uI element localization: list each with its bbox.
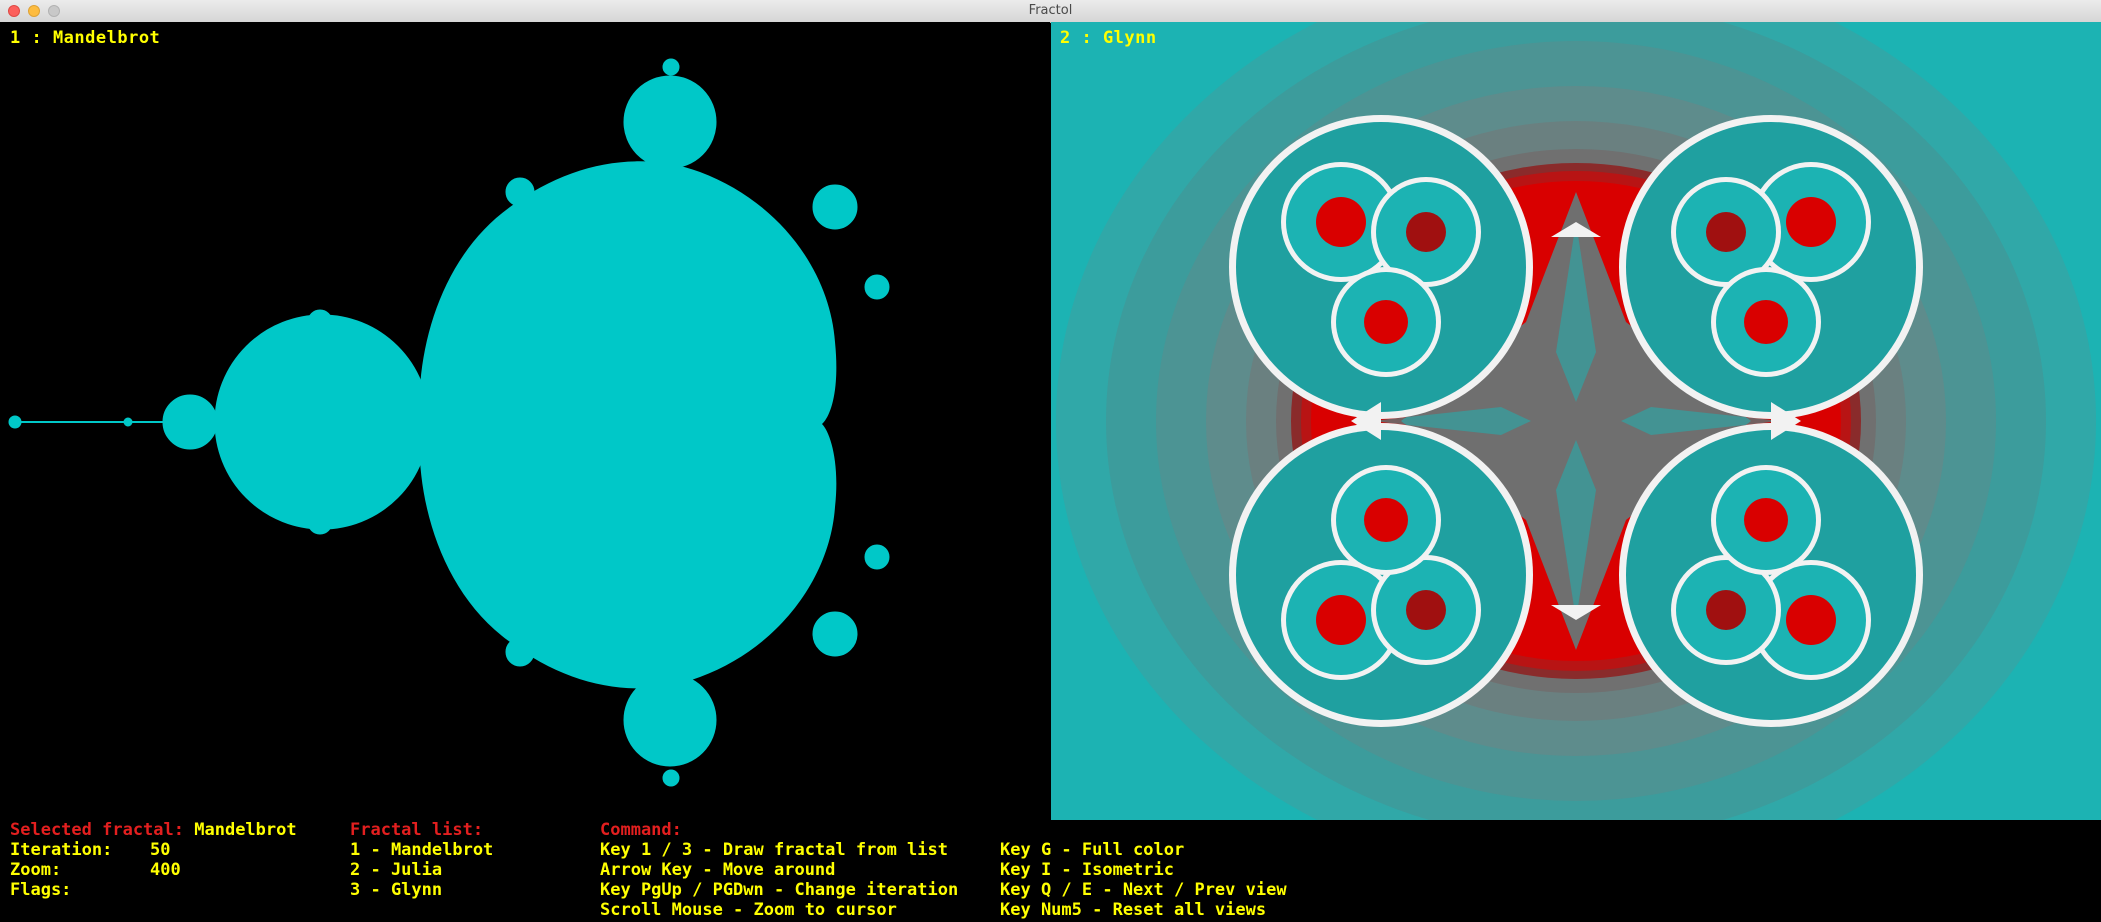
fractal-list-column: Fractal list: 1 - Mandelbrot 2 - Julia 3… bbox=[350, 820, 493, 900]
flags-row: Flags: bbox=[10, 880, 297, 900]
key-item: Key I - Isometric bbox=[1000, 860, 1174, 880]
zoom-value: 400 bbox=[150, 860, 181, 880]
key-item: Key Q / E - Next / Prev view bbox=[1000, 880, 1287, 900]
glynn-spiral-cluster-tr bbox=[1619, 115, 1923, 419]
iteration-label: Iteration: bbox=[10, 840, 113, 860]
zoom-row: Zoom: 400 bbox=[10, 860, 297, 880]
mandelbrot-period2-bulb bbox=[214, 314, 430, 530]
fractal-view-mandelbrot[interactable]: 1 : Mandelbrot bbox=[0, 22, 1050, 820]
status-column: Selected fractal: Mandelbrot Iteration: 5… bbox=[10, 820, 297, 900]
command-item: Key PgUp / PGDwn - Change iteration bbox=[600, 880, 959, 900]
mandelbrot-bottom-bulb bbox=[623, 673, 717, 767]
command-column: Command: Key 1 / 3 - Draw fractal from l… bbox=[600, 820, 958, 920]
fractal-list-item: 3 - Glynn bbox=[350, 880, 443, 900]
mandelbrot-side-bulb-upper bbox=[812, 184, 858, 230]
selected-fractal-value: Mandelbrot bbox=[194, 820, 297, 840]
fractal-view-glynn[interactable]: 2 : Glynn bbox=[1051, 22, 2101, 820]
glynn-canvas[interactable] bbox=[1051, 22, 2101, 820]
iteration-value: 50 bbox=[150, 840, 171, 860]
zoom-label: Zoom: bbox=[10, 860, 62, 880]
mandelbrot-side-bulb-l2 bbox=[444, 541, 466, 563]
command-item: Key 1 / 3 - Draw fractal from list bbox=[600, 840, 948, 860]
view-label-glynn: 2 : Glynn bbox=[1060, 28, 1157, 48]
glynn-spiral-cluster-bl bbox=[1229, 423, 1533, 727]
mandelbrot-antenna-bulb bbox=[8, 415, 22, 429]
window-title: Fractol bbox=[1028, 3, 1073, 18]
mandelbrot-side-bulb-r2 bbox=[864, 544, 890, 570]
command-item: Scroll Mouse - Zoom to cursor bbox=[600, 900, 897, 920]
selected-fractal-row: Selected fractal: Mandelbrot bbox=[10, 820, 297, 840]
mandelbrot-side-bulb-ul bbox=[505, 177, 535, 207]
maximize-window-icon[interactable] bbox=[48, 5, 60, 17]
info-panel: Selected fractal: Mandelbrot Iteration: 5… bbox=[0, 820, 2101, 922]
key-item: Key G - Full color bbox=[1000, 840, 1185, 860]
mandelbrot-p2-bottom-bulb bbox=[307, 509, 333, 535]
mandelbrot-canvas[interactable] bbox=[0, 22, 1050, 820]
keys-column: Key G - Full color Key I - Isometric Key… bbox=[1000, 840, 1287, 920]
minimize-window-icon[interactable] bbox=[28, 5, 40, 17]
glynn-spiral-cluster-br bbox=[1619, 423, 1923, 727]
flags-label: Flags: bbox=[10, 880, 72, 900]
view-label-mandelbrot: 1 : Mandelbrot bbox=[10, 28, 161, 48]
selected-fractal-label: Selected fractal: bbox=[10, 820, 184, 840]
fractal-list-title: Fractal list: bbox=[350, 820, 484, 840]
mandelbrot-side-bulb-ll bbox=[505, 637, 535, 667]
fractal-list-item: 2 - Julia bbox=[350, 860, 443, 880]
mandelbrot-top-sub-bulb bbox=[662, 58, 680, 76]
mandelbrot-side-bulb-lower bbox=[812, 611, 858, 657]
mandelbrot-bottom-sub-bulb bbox=[662, 769, 680, 787]
mandelbrot-p2-top-bulb bbox=[307, 309, 333, 335]
key-item: Key Num5 - Reset all views bbox=[1000, 900, 1267, 920]
mandelbrot-small-bulb bbox=[162, 394, 218, 450]
mandelbrot-side-bulb-r1 bbox=[864, 274, 890, 300]
command-title: Command: bbox=[600, 820, 682, 840]
title-bar: Fractol bbox=[0, 0, 2101, 23]
fractol-window: Fractol 1: Mandelbrot 2: Glynn Selecte… bbox=[0, 0, 2101, 922]
glynn-spiral-cluster-tl bbox=[1229, 115, 1533, 419]
iteration-row: Iteration: 50 bbox=[10, 840, 297, 860]
close-window-icon[interactable] bbox=[8, 5, 20, 17]
mandelbrot-main-cardioid bbox=[419, 161, 837, 689]
mandelbrot-top-bulb bbox=[623, 75, 717, 169]
fractal-list-item: 1 - Mandelbrot bbox=[350, 840, 494, 860]
mandelbrot-mini-bulb bbox=[123, 417, 133, 427]
mandelbrot-side-bulb-l1 bbox=[444, 281, 466, 303]
command-item: Arrow Key - Move around bbox=[600, 860, 836, 880]
